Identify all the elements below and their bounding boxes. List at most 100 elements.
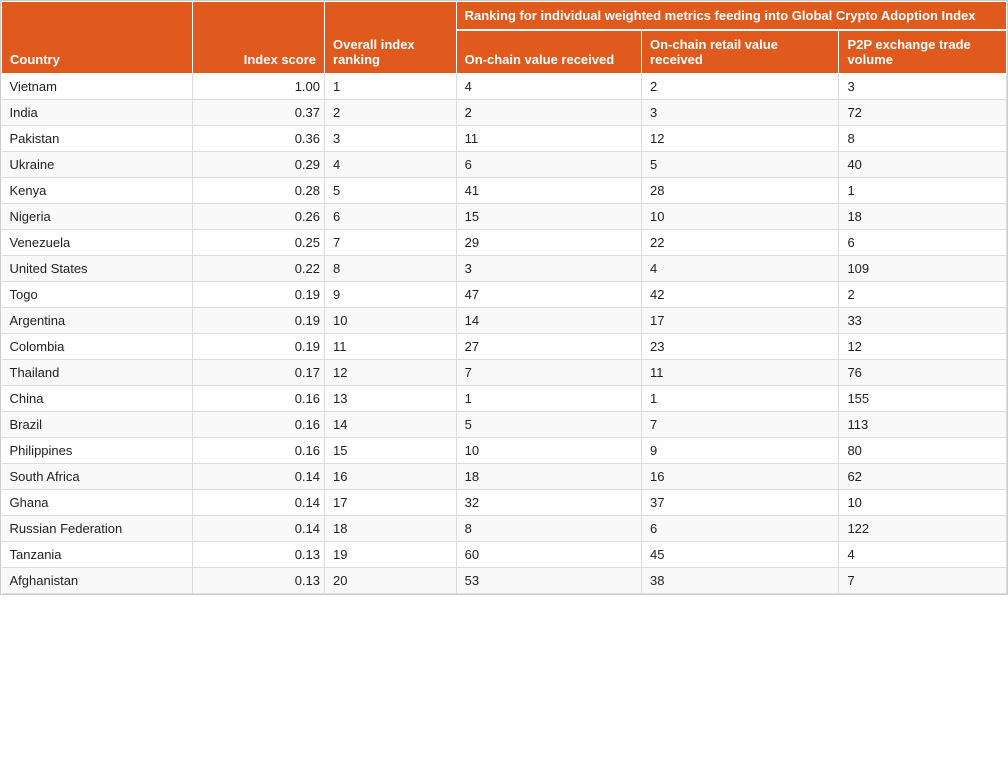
cell-retail: 6 (642, 516, 839, 542)
cell-country: Brazil (2, 412, 193, 438)
table-row: Togo0.19947422 (2, 282, 1007, 308)
cell-onchain: 2 (456, 100, 641, 126)
cell-retail: 2 (642, 74, 839, 100)
cell-index: 0.28 (193, 178, 325, 204)
cell-retail: 4 (642, 256, 839, 282)
cell-p2p: 18 (839, 204, 1007, 230)
cell-retail: 5 (642, 152, 839, 178)
table-row: Philippines0.161510980 (2, 438, 1007, 464)
cell-index: 0.25 (193, 230, 325, 256)
cell-country: Vietnam (2, 74, 193, 100)
cell-ranking: 18 (325, 516, 457, 542)
cell-index: 1.00 (193, 74, 325, 100)
cell-retail: 38 (642, 568, 839, 594)
cell-ranking: 1 (325, 74, 457, 100)
cell-p2p: 109 (839, 256, 1007, 282)
header-ranking: Overall index ranking (325, 2, 457, 74)
cell-p2p: 12 (839, 334, 1007, 360)
cell-ranking: 12 (325, 360, 457, 386)
cell-index: 0.16 (193, 438, 325, 464)
crypto-adoption-table: Country Index score Overall index rankin… (1, 1, 1007, 594)
cell-p2p: 72 (839, 100, 1007, 126)
table-row: United States0.22834109 (2, 256, 1007, 282)
cell-country: China (2, 386, 193, 412)
cell-retail: 22 (642, 230, 839, 256)
header-index: Index score (193, 2, 325, 74)
cell-p2p: 10 (839, 490, 1007, 516)
main-table-wrapper: Country Index score Overall index rankin… (0, 0, 1008, 595)
cell-ranking: 13 (325, 386, 457, 412)
cell-ranking: 17 (325, 490, 457, 516)
cell-index: 0.16 (193, 412, 325, 438)
cell-p2p: 40 (839, 152, 1007, 178)
cell-index: 0.14 (193, 516, 325, 542)
cell-index: 0.13 (193, 568, 325, 594)
cell-index: 0.14 (193, 490, 325, 516)
cell-p2p: 76 (839, 360, 1007, 386)
cell-index: 0.17 (193, 360, 325, 386)
table-row: Kenya0.28541281 (2, 178, 1007, 204)
cell-p2p: 1 (839, 178, 1007, 204)
cell-retail: 3 (642, 100, 839, 126)
cell-onchain: 14 (456, 308, 641, 334)
cell-ranking: 15 (325, 438, 457, 464)
cell-ranking: 5 (325, 178, 457, 204)
cell-country: Philippines (2, 438, 193, 464)
cell-index: 0.13 (193, 542, 325, 568)
cell-ranking: 19 (325, 542, 457, 568)
table-row: Russian Federation0.141886122 (2, 516, 1007, 542)
cell-retail: 28 (642, 178, 839, 204)
cell-onchain: 18 (456, 464, 641, 490)
cell-retail: 45 (642, 542, 839, 568)
cell-onchain: 32 (456, 490, 641, 516)
cell-index: 0.19 (193, 334, 325, 360)
cell-country: Argentina (2, 308, 193, 334)
cell-ranking: 20 (325, 568, 457, 594)
cell-onchain: 53 (456, 568, 641, 594)
cell-p2p: 33 (839, 308, 1007, 334)
cell-index: 0.26 (193, 204, 325, 230)
cell-country: Ghana (2, 490, 193, 516)
cell-p2p: 2 (839, 282, 1007, 308)
table-row: Vietnam1.001423 (2, 74, 1007, 100)
cell-ranking: 11 (325, 334, 457, 360)
table-row: Argentina0.1910141733 (2, 308, 1007, 334)
cell-ranking: 8 (325, 256, 457, 282)
cell-p2p: 3 (839, 74, 1007, 100)
table-row: Brazil0.161457113 (2, 412, 1007, 438)
cell-p2p: 6 (839, 230, 1007, 256)
cell-ranking: 14 (325, 412, 457, 438)
header-ranking-title: Ranking for individual weighted metrics … (456, 2, 1006, 31)
table-row: South Africa0.1416181662 (2, 464, 1007, 490)
cell-onchain: 11 (456, 126, 641, 152)
cell-country: Togo (2, 282, 193, 308)
cell-country: Kenya (2, 178, 193, 204)
cell-retail: 9 (642, 438, 839, 464)
cell-ranking: 6 (325, 204, 457, 230)
cell-onchain: 5 (456, 412, 641, 438)
cell-index: 0.29 (193, 152, 325, 178)
table-row: Afghanistan0.132053387 (2, 568, 1007, 594)
cell-index: 0.36 (193, 126, 325, 152)
cell-ranking: 9 (325, 282, 457, 308)
cell-ranking: 2 (325, 100, 457, 126)
table-row: India0.3722372 (2, 100, 1007, 126)
cell-onchain: 29 (456, 230, 641, 256)
cell-country: Nigeria (2, 204, 193, 230)
cell-p2p: 113 (839, 412, 1007, 438)
cell-country: Tanzania (2, 542, 193, 568)
cell-retail: 1 (642, 386, 839, 412)
cell-onchain: 8 (456, 516, 641, 542)
cell-onchain: 15 (456, 204, 641, 230)
cell-country: India (2, 100, 193, 126)
table-row: Pakistan0.36311128 (2, 126, 1007, 152)
cell-retail: 17 (642, 308, 839, 334)
cell-ranking: 10 (325, 308, 457, 334)
cell-onchain: 10 (456, 438, 641, 464)
table-row: Ukraine0.2946540 (2, 152, 1007, 178)
cell-retail: 7 (642, 412, 839, 438)
cell-retail: 42 (642, 282, 839, 308)
cell-country: Ukraine (2, 152, 193, 178)
header-country: Country (2, 2, 193, 74)
table-body: Vietnam1.001423India0.3722372Pakistan0.3… (2, 74, 1007, 594)
